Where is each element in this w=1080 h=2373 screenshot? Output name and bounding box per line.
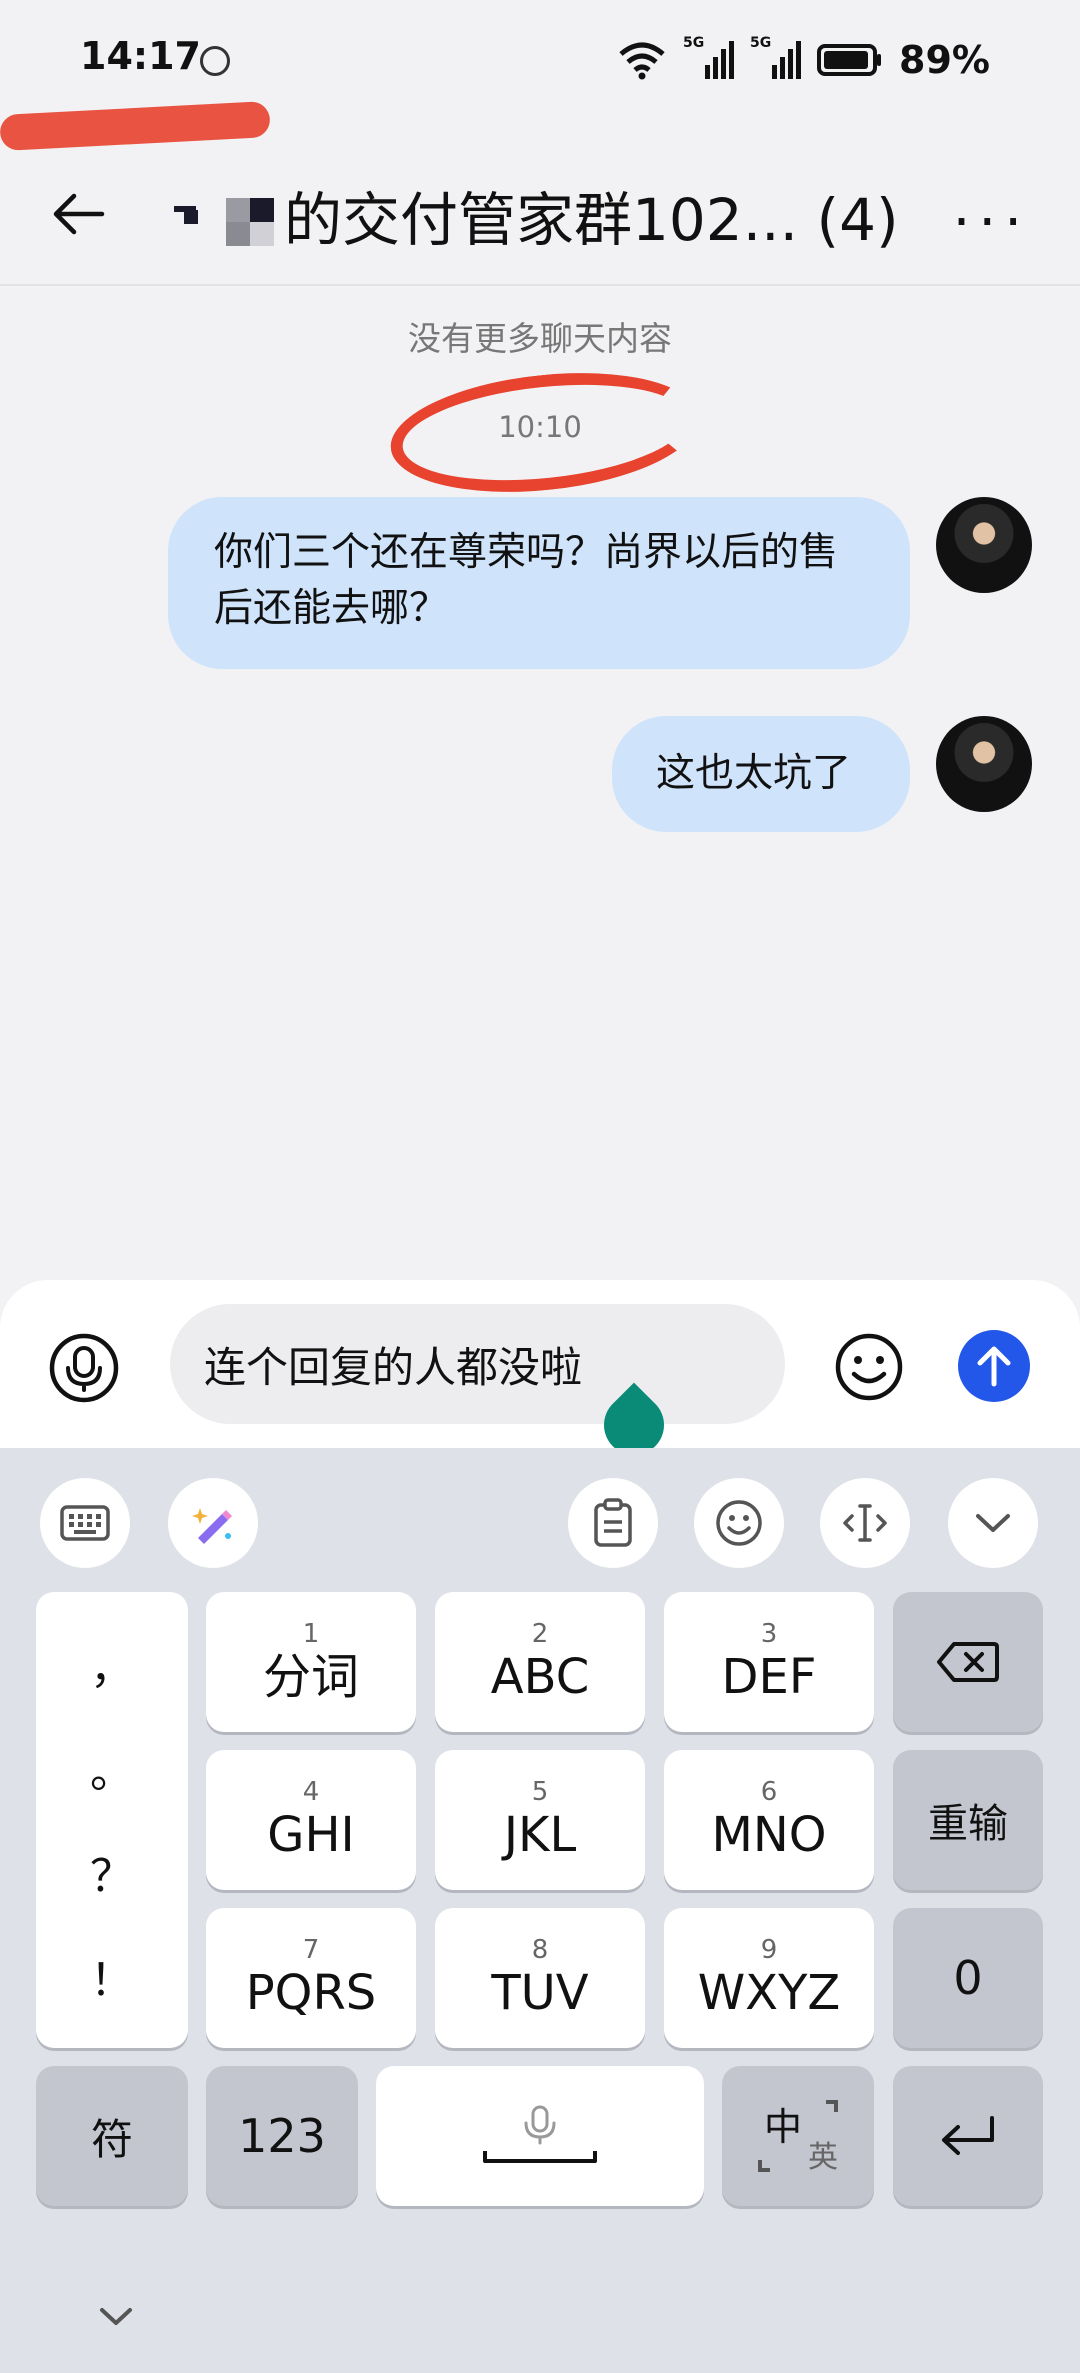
hide-keyboard-button[interactable] xyxy=(948,1478,1038,1568)
space-key[interactable] xyxy=(376,2066,704,2206)
key-0[interactable]: 0 xyxy=(893,1908,1043,2048)
ai-writing-button[interactable] xyxy=(168,1478,258,1568)
battery-percent: 89% xyxy=(899,38,990,82)
key-9[interactable]: 9 WXYZ xyxy=(664,1908,874,2048)
status-bar: 14:17 5G 5G 89% xyxy=(0,0,1080,120)
key-6[interactable]: 6 MNO xyxy=(664,1750,874,1890)
message-bubble[interactable]: 这也太坑了 xyxy=(612,716,910,832)
send-button[interactable] xyxy=(958,1330,1030,1402)
key-2[interactable]: 2 ABC xyxy=(435,1592,645,1732)
keyboard-emoji-button[interactable] xyxy=(694,1478,784,1568)
status-icons: 5G 5G 89% xyxy=(617,35,990,82)
language-switch-key[interactable]: 中 英 xyxy=(722,2066,874,2206)
backspace-icon xyxy=(937,1642,999,1682)
sender-avatar[interactable] xyxy=(936,497,1032,593)
notification-app-icon xyxy=(200,46,230,76)
key-3[interactable]: 3 DEF xyxy=(664,1592,874,1732)
chevron-down-icon xyxy=(976,1514,1010,1532)
message-bubble[interactable]: 你们三个还在尊荣吗？尚界以后的售后还能去哪？ xyxy=(168,497,910,669)
numbers-key[interactable]: 123 xyxy=(206,2066,358,2206)
keyboard-switch-button[interactable] xyxy=(40,1478,130,1568)
message-input[interactable]: 连个回复的人都没啦 xyxy=(170,1304,785,1424)
signal-icon-1: 5G xyxy=(683,35,735,79)
key-8[interactable]: 8 TUV xyxy=(435,1908,645,2048)
punct-period[interactable]: 。 xyxy=(90,1736,134,1800)
redacted-name-mosaic xyxy=(160,188,280,246)
punctuation-column[interactable]: ， 。 ？ ！ xyxy=(36,1592,188,2048)
chat-title: 的交付管家群102... (4) xyxy=(284,186,899,254)
magic-pen-icon xyxy=(192,1508,232,1544)
message-input-bar: 连个回复的人都没啦 xyxy=(0,1280,1080,1448)
punct-exclamation[interactable]: ！ xyxy=(90,1944,134,2008)
enter-key[interactable] xyxy=(893,2066,1043,2206)
more-options-button[interactable]: ··· xyxy=(953,190,1030,255)
smiley-icon xyxy=(716,1500,762,1546)
backspace-key[interactable] xyxy=(893,1592,1043,1732)
punct-question[interactable]: ？ xyxy=(90,1840,134,1904)
chat-title-area[interactable]: 的交付管家群102... (4) xyxy=(160,170,900,260)
red-annotation-circle xyxy=(384,359,706,506)
signal-icon-2: 5G xyxy=(750,35,802,79)
voice-input-icon[interactable] xyxy=(48,1332,120,1404)
battery-icon xyxy=(817,44,882,76)
chat-header: 的交付管家群102... (4) ··· xyxy=(0,150,1080,286)
symbol-key[interactable]: 符 xyxy=(36,2066,188,2206)
keyboard-icon xyxy=(60,1505,110,1541)
key-1[interactable]: 1 分词 xyxy=(206,1592,416,1732)
reinput-key[interactable]: 重输 xyxy=(893,1750,1043,1890)
key-7[interactable]: 7 PQRS xyxy=(206,1908,416,2048)
no-more-history-label: 没有更多聊天内容 xyxy=(408,319,672,358)
space-mic-icon xyxy=(483,2105,597,2163)
wifi-icon xyxy=(619,42,665,80)
text-cursor-icon xyxy=(843,1504,887,1542)
clipboard-button[interactable] xyxy=(568,1478,658,1568)
cursor-move-button[interactable] xyxy=(820,1478,910,1568)
collapse-keyboard-chevron-icon[interactable] xyxy=(96,2296,136,2336)
emoji-icon[interactable] xyxy=(834,1332,904,1402)
enter-icon xyxy=(942,2116,994,2155)
clipboard-icon xyxy=(594,1498,632,1547)
arrow-up-icon xyxy=(977,1346,1011,1387)
key-4[interactable]: 4 GHI xyxy=(206,1750,416,1890)
sender-avatar[interactable] xyxy=(936,716,1032,812)
key-5[interactable]: 5 JKL xyxy=(435,1750,645,1890)
punct-comma[interactable]: ， xyxy=(90,1632,134,1696)
back-arrow-icon[interactable] xyxy=(48,184,108,244)
status-time: 14:17 xyxy=(80,34,201,78)
keyboard: ， 。 ？ ！ 1 分词 2 ABC 3 DEF 4 GHI 5 JKL 6 M… xyxy=(0,1448,1080,2373)
